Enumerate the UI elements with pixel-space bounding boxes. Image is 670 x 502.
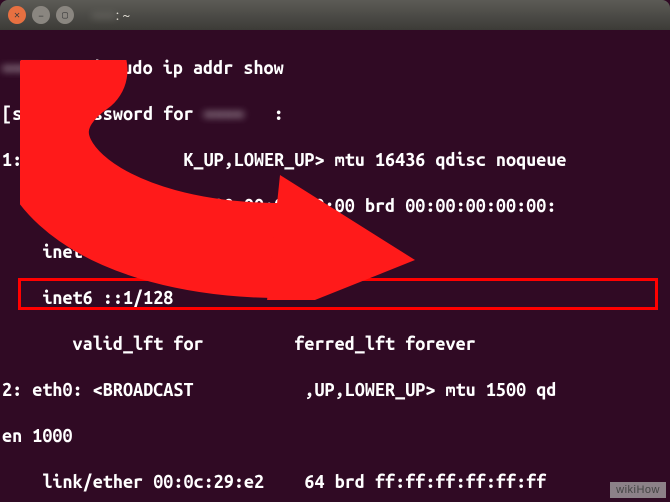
output-line: inet 127.0. ope ost lo bbox=[2, 241, 668, 264]
minimize-icon[interactable]: − bbox=[32, 6, 50, 24]
output-line: en 1000 bbox=[2, 425, 668, 448]
close-icon[interactable]: ✕ bbox=[8, 6, 26, 24]
maximize-icon[interactable]: ▢ bbox=[56, 6, 74, 24]
output-line: 2: eth0: <BROADCAST ,UP,LOWER_UP> mtu 15… bbox=[2, 379, 668, 402]
red-highlight-box bbox=[18, 278, 658, 310]
window-title: ~~~: ~ bbox=[92, 7, 130, 23]
output-line: link/lo 0:00:00:00:00:00 brd 00:00:00:00… bbox=[2, 195, 668, 218]
output-line: valid_lft for ferred_lft forever bbox=[2, 333, 668, 356]
watermark: wikiHow bbox=[610, 482, 666, 498]
command-text: sudo ip addr show bbox=[112, 58, 283, 78]
terminal-output[interactable]: ~~~~:~$ sudo ip addr show [sudo] passwor… bbox=[0, 30, 670, 502]
window-titlebar: ✕ − ▢ ~~~: ~ bbox=[0, 0, 670, 30]
output-line: link/ether 00:0c:29:e2 64 brd ff:ff:ff:f… bbox=[2, 471, 668, 494]
output-line: 1: l K_UP,LOWER_UP> mtu 16436 qdisc noqu… bbox=[2, 149, 668, 172]
